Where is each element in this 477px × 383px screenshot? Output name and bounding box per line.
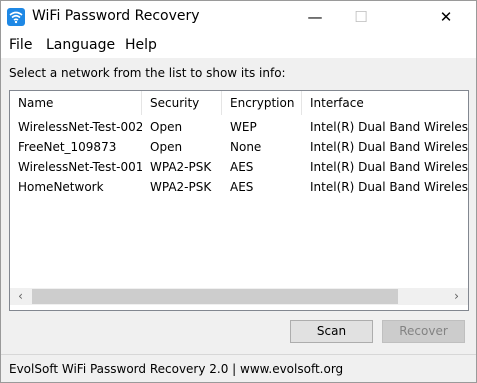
title-bar[interactable]: WiFi Password Recovery — ☐ ✕ <box>1 1 476 33</box>
column-header-name[interactable]: Name <box>10 91 142 115</box>
cell-name: WirelessNet-Test-001 <box>18 160 142 174</box>
scrollbar-thumb[interactable] <box>32 289 398 304</box>
close-button[interactable]: ✕ <box>423 1 469 33</box>
minimize-button[interactable]: — <box>292 1 338 33</box>
cell-encryption: None <box>230 140 262 154</box>
horizontal-scrollbar[interactable]: ‹ › <box>10 288 468 305</box>
menu-help[interactable]: Help <box>125 37 157 53</box>
maximize-button[interactable]: ☐ <box>338 1 384 33</box>
cell-interface: Intel(R) Dual Band Wireless <box>310 120 469 134</box>
status-bar: EvolSoft WiFi Password Recovery 2.0 | ww… <box>1 354 476 382</box>
scan-button[interactable]: Scan <box>290 320 373 343</box>
main-content: Select a network from the list to show i… <box>1 58 476 352</box>
column-header-security[interactable]: Security <box>142 91 222 115</box>
cell-security: WPA2-PSK <box>150 180 212 194</box>
cell-security: WPA2-PSK <box>150 160 212 174</box>
cell-security: Open <box>150 140 183 154</box>
column-header-encryption[interactable]: Encryption <box>222 91 302 115</box>
cell-interface: Intel(R) Dual Band Wireless <box>310 180 469 194</box>
status-text: EvolSoft WiFi Password Recovery 2.0 | ww… <box>9 362 344 376</box>
cell-name: HomeNetwork <box>18 180 104 194</box>
menu-language[interactable]: Language <box>46 37 115 53</box>
column-header-interface[interactable]: Interface <box>302 91 468 115</box>
table-row[interactable]: HomeNetwork WPA2-PSK AES Intel(R) Dual B… <box>10 177 468 197</box>
cell-encryption: WEP <box>230 120 257 134</box>
cell-name: WirelessNet-Test-002 <box>18 120 142 134</box>
cell-security: Open <box>150 120 183 134</box>
app-window: WiFi Password Recovery — ☐ ✕ File Langua… <box>0 0 477 383</box>
recover-button[interactable]: Recover <box>382 320 465 343</box>
maximize-icon: ☐ <box>354 8 368 26</box>
menu-bar: File Language Help <box>1 33 476 58</box>
cell-encryption: AES <box>230 180 254 194</box>
scroll-right-icon[interactable]: › <box>448 288 465 305</box>
minimize-icon: — <box>307 8 323 26</box>
instruction-label: Select a network from the list to show i… <box>9 66 286 80</box>
table-row[interactable]: WirelessNet-Test-001 WPA2-PSK AES Intel(… <box>10 157 468 177</box>
close-icon: ✕ <box>439 8 453 26</box>
network-list[interactable]: Name Security Encryption Interface Wirel… <box>9 90 469 311</box>
cell-name: FreeNet_109873 <box>18 140 117 154</box>
wifi-icon <box>7 8 25 26</box>
cell-interface: Intel(R) Dual Band Wireless <box>310 160 469 174</box>
window-title: WiFi Password Recovery <box>32 8 200 24</box>
scroll-left-icon[interactable]: ‹ <box>12 288 29 305</box>
list-header: Name Security Encryption Interface <box>10 91 468 115</box>
cell-encryption: AES <box>230 160 254 174</box>
table-row[interactable]: WirelessNet-Test-002 Open WEP Intel(R) D… <box>10 117 468 137</box>
menu-file[interactable]: File <box>9 37 32 53</box>
table-row[interactable]: FreeNet_109873 Open None Intel(R) Dual B… <box>10 137 468 157</box>
cell-interface: Intel(R) Dual Band Wireless <box>310 140 469 154</box>
